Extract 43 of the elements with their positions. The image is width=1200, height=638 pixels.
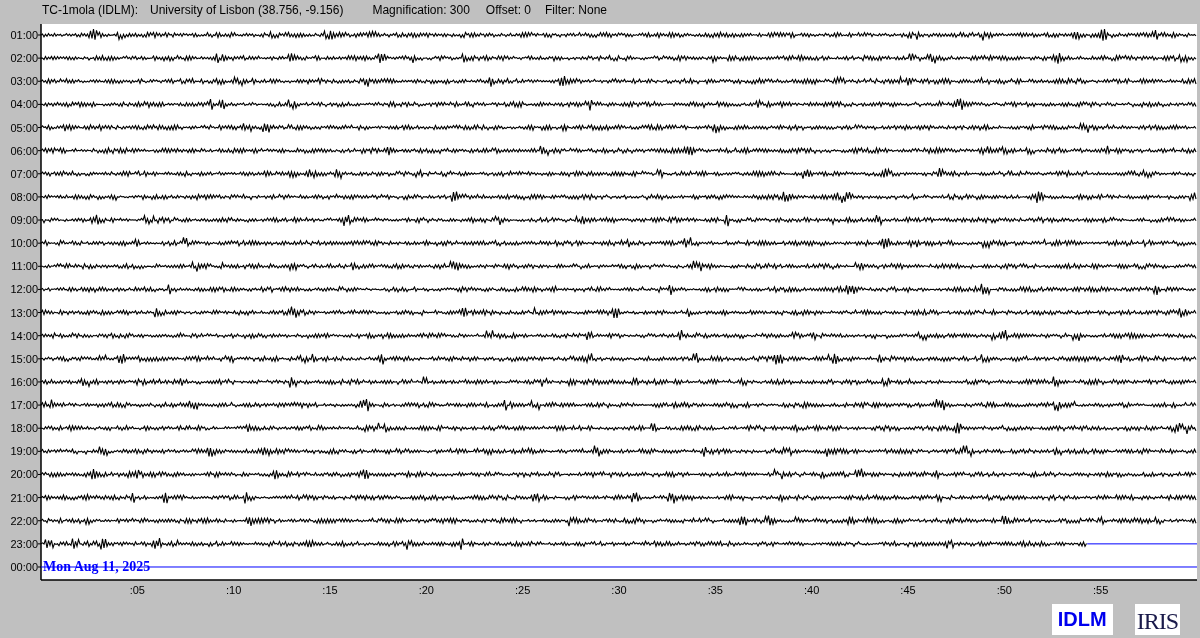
hour-label: 11:00 [11, 260, 38, 273]
hour-label: 22:00 [10, 514, 38, 527]
time-tick-label: :10 [226, 584, 242, 596]
time-tick-label: :30 [611, 584, 627, 596]
hour-label: 10:00 [10, 237, 38, 250]
hour-label: 01:00 [10, 29, 38, 41]
station-label: TC-1mola (IDLM): [42, 3, 138, 17]
time-tick-label: :15 [322, 584, 338, 596]
time-tick-label: :05 [129, 584, 145, 596]
hour-label: 20:00 [10, 468, 38, 481]
hour-label: 04:00 [10, 98, 38, 111]
hour-label: 17:00 [10, 399, 38, 412]
time-tick-label: :40 [804, 584, 820, 596]
hour-label: 12:00 [10, 283, 38, 296]
hour-label: 23:00 [10, 537, 38, 550]
hour-label: 02:00 [10, 52, 38, 65]
hour-label: 19:00 [10, 445, 38, 458]
location-label: University of Lisbon (38.756, -9.156) [150, 3, 344, 17]
time-tick-label: :55 [1093, 584, 1109, 596]
offset-label: Offset: 0 [485, 3, 531, 17]
hour-label: 00:00 [10, 561, 38, 573]
time-tick-label: :50 [996, 584, 1012, 596]
hour-label: 18:00 [10, 422, 38, 435]
time-tick-label: :20 [418, 584, 434, 596]
time-tick-label: :35 [707, 584, 723, 596]
hour-label: 05:00 [10, 121, 38, 134]
hour-label: 09:00 [10, 214, 38, 227]
idlm-logo: IDLM [1051, 603, 1113, 635]
hour-label: 08:00 [10, 190, 38, 203]
hour-label: 06:00 [10, 144, 38, 157]
hour-label: 13:00 [10, 306, 38, 319]
magnification-label: Magnification: 300 [372, 3, 470, 17]
hour-label: 21:00 [10, 491, 38, 504]
time-tick-label: :45 [900, 584, 916, 596]
hour-label: 03:00 [10, 75, 38, 88]
date-label: Mon Aug 11, 2025 [43, 559, 151, 574]
filter-label: Filter: None [545, 3, 608, 17]
hour-label: 16:00 [10, 375, 38, 388]
hour-label: 15:00 [10, 352, 38, 365]
hour-label: 14:00 [10, 329, 38, 342]
time-tick-label: :25 [515, 584, 531, 596]
hour-label: 07:00 [10, 167, 38, 180]
iris-logo: IRIS [1134, 603, 1180, 635]
